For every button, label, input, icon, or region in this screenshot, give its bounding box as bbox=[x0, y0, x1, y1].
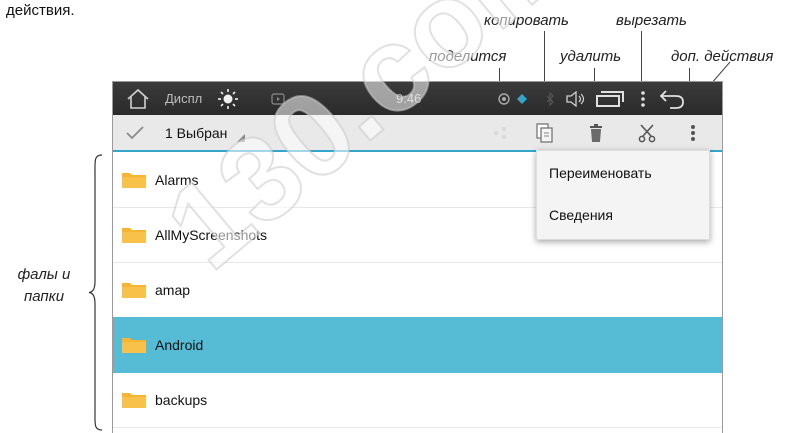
action-bar: 1 Выбран bbox=[113, 115, 722, 152]
dropdown-corner-icon bbox=[237, 133, 246, 142]
status-bar: Диспл 9:46 bbox=[113, 82, 722, 115]
back-icon[interactable] bbox=[658, 82, 686, 115]
share-icon[interactable] bbox=[493, 115, 507, 150]
cut-icon[interactable] bbox=[637, 115, 657, 150]
folder-icon bbox=[122, 228, 146, 243]
home-icon[interactable] bbox=[125, 82, 151, 115]
file-row-amap[interactable]: amap bbox=[113, 262, 722, 318]
menu-item-details[interactable]: Сведения bbox=[549, 207, 613, 223]
gps-icon bbox=[497, 82, 511, 115]
callout-delete: удалить bbox=[560, 48, 622, 65]
callout-copy: копировать bbox=[484, 12, 569, 29]
selection-count[interactable]: 1 Выбран bbox=[165, 115, 246, 150]
folder-icon bbox=[122, 283, 146, 298]
copy-icon[interactable] bbox=[536, 115, 554, 150]
file-name: Alarms bbox=[155, 171, 199, 188]
file-name: Android bbox=[155, 336, 204, 353]
files-brace bbox=[88, 154, 103, 431]
file-name: amap bbox=[155, 281, 191, 298]
file-row-backups[interactable]: backups bbox=[113, 372, 722, 428]
recent-apps-icon[interactable] bbox=[595, 82, 625, 115]
status-time: 9:46 bbox=[396, 91, 422, 106]
signal-icon bbox=[515, 82, 529, 115]
media-icon bbox=[271, 82, 285, 115]
brightness-icon[interactable] bbox=[217, 82, 239, 115]
done-check-icon[interactable] bbox=[125, 115, 145, 150]
intro-text: действия. bbox=[6, 2, 75, 19]
callout-cut: вырезать bbox=[616, 12, 687, 29]
device-screen: Диспл 9:46 1 Выбран Alarms AllMyScreensh… bbox=[112, 81, 723, 433]
overflow-menu: Переименовать Сведения bbox=[536, 150, 710, 240]
app-title: Диспл bbox=[165, 91, 203, 106]
callout-share: поделится bbox=[429, 48, 507, 65]
selection-label: 1 Выбран bbox=[165, 124, 228, 141]
delete-icon[interactable] bbox=[589, 115, 603, 150]
file-name: backups bbox=[155, 391, 208, 408]
folder-icon bbox=[122, 393, 146, 408]
more-actions-icon[interactable] bbox=[690, 115, 696, 150]
bluetooth-icon bbox=[545, 82, 555, 115]
folder-icon bbox=[122, 173, 146, 188]
file-row-android[interactable]: Android bbox=[113, 317, 722, 373]
folder-icon bbox=[122, 338, 146, 353]
menu-item-rename[interactable]: Переименовать bbox=[549, 165, 652, 181]
callout-files: фалы и папки bbox=[17, 266, 71, 305]
file-name: AllMyScreenshots bbox=[155, 226, 268, 243]
overflow-status-icon[interactable] bbox=[640, 82, 646, 115]
volume-icon[interactable] bbox=[565, 82, 587, 115]
